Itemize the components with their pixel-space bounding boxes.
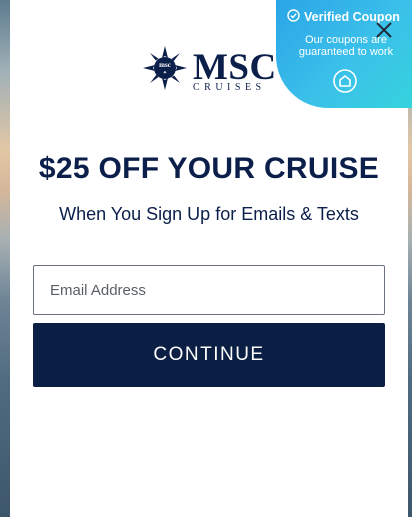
verified-coupon-badge[interactable]: Verified Coupon Our coupons are guarante…: [276, 0, 412, 108]
msc-compass-emblem-icon: msc ✦: [143, 46, 187, 90]
brand-subtitle: CRUISES: [193, 82, 266, 93]
check-circle-icon: [287, 9, 300, 25]
continue-button[interactable]: CONTINUE: [33, 323, 385, 387]
email-input[interactable]: [33, 265, 385, 315]
offer-headline: $25 OFF YOUR CRUISE: [38, 152, 380, 185]
msc-logo: msc ✦ MSC CRUISES: [143, 44, 283, 94]
close-icon[interactable]: [374, 20, 394, 40]
svg-text:msc: msc: [159, 61, 171, 69]
home-badge-icon: [332, 68, 358, 99]
svg-text:✦: ✦: [163, 70, 167, 76]
offer-subheadline: When You Sign Up for Emails & Texts: [59, 204, 359, 224]
